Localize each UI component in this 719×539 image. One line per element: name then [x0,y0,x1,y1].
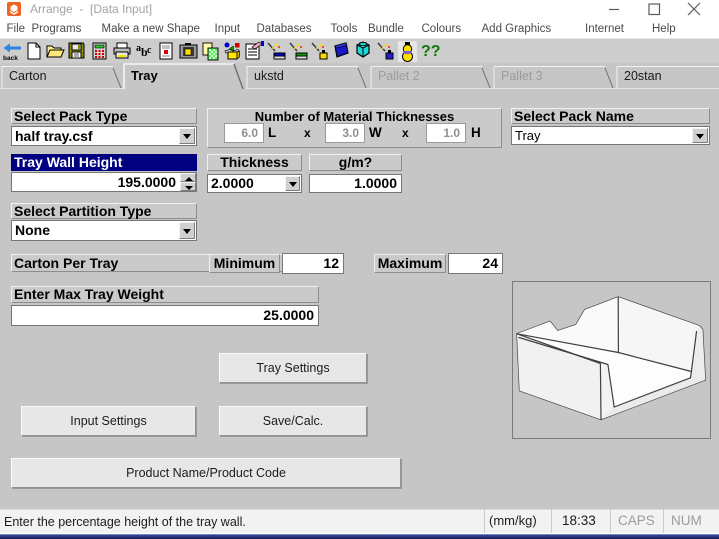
svg-text:??: ?? [421,43,441,60]
svg-text:Pallet 3: Pallet 3 [501,69,543,83]
svg-text:c: c [147,45,152,56]
svg-text:back: back [3,55,18,62]
svg-text:ukstd: ukstd [254,69,284,83]
svg-text:Pallet 2: Pallet 2 [378,69,420,83]
svg-text:Carton: Carton [9,69,47,83]
svg-text:20stan: 20stan [624,69,662,83]
svg-text:Tray: Tray [131,68,159,83]
